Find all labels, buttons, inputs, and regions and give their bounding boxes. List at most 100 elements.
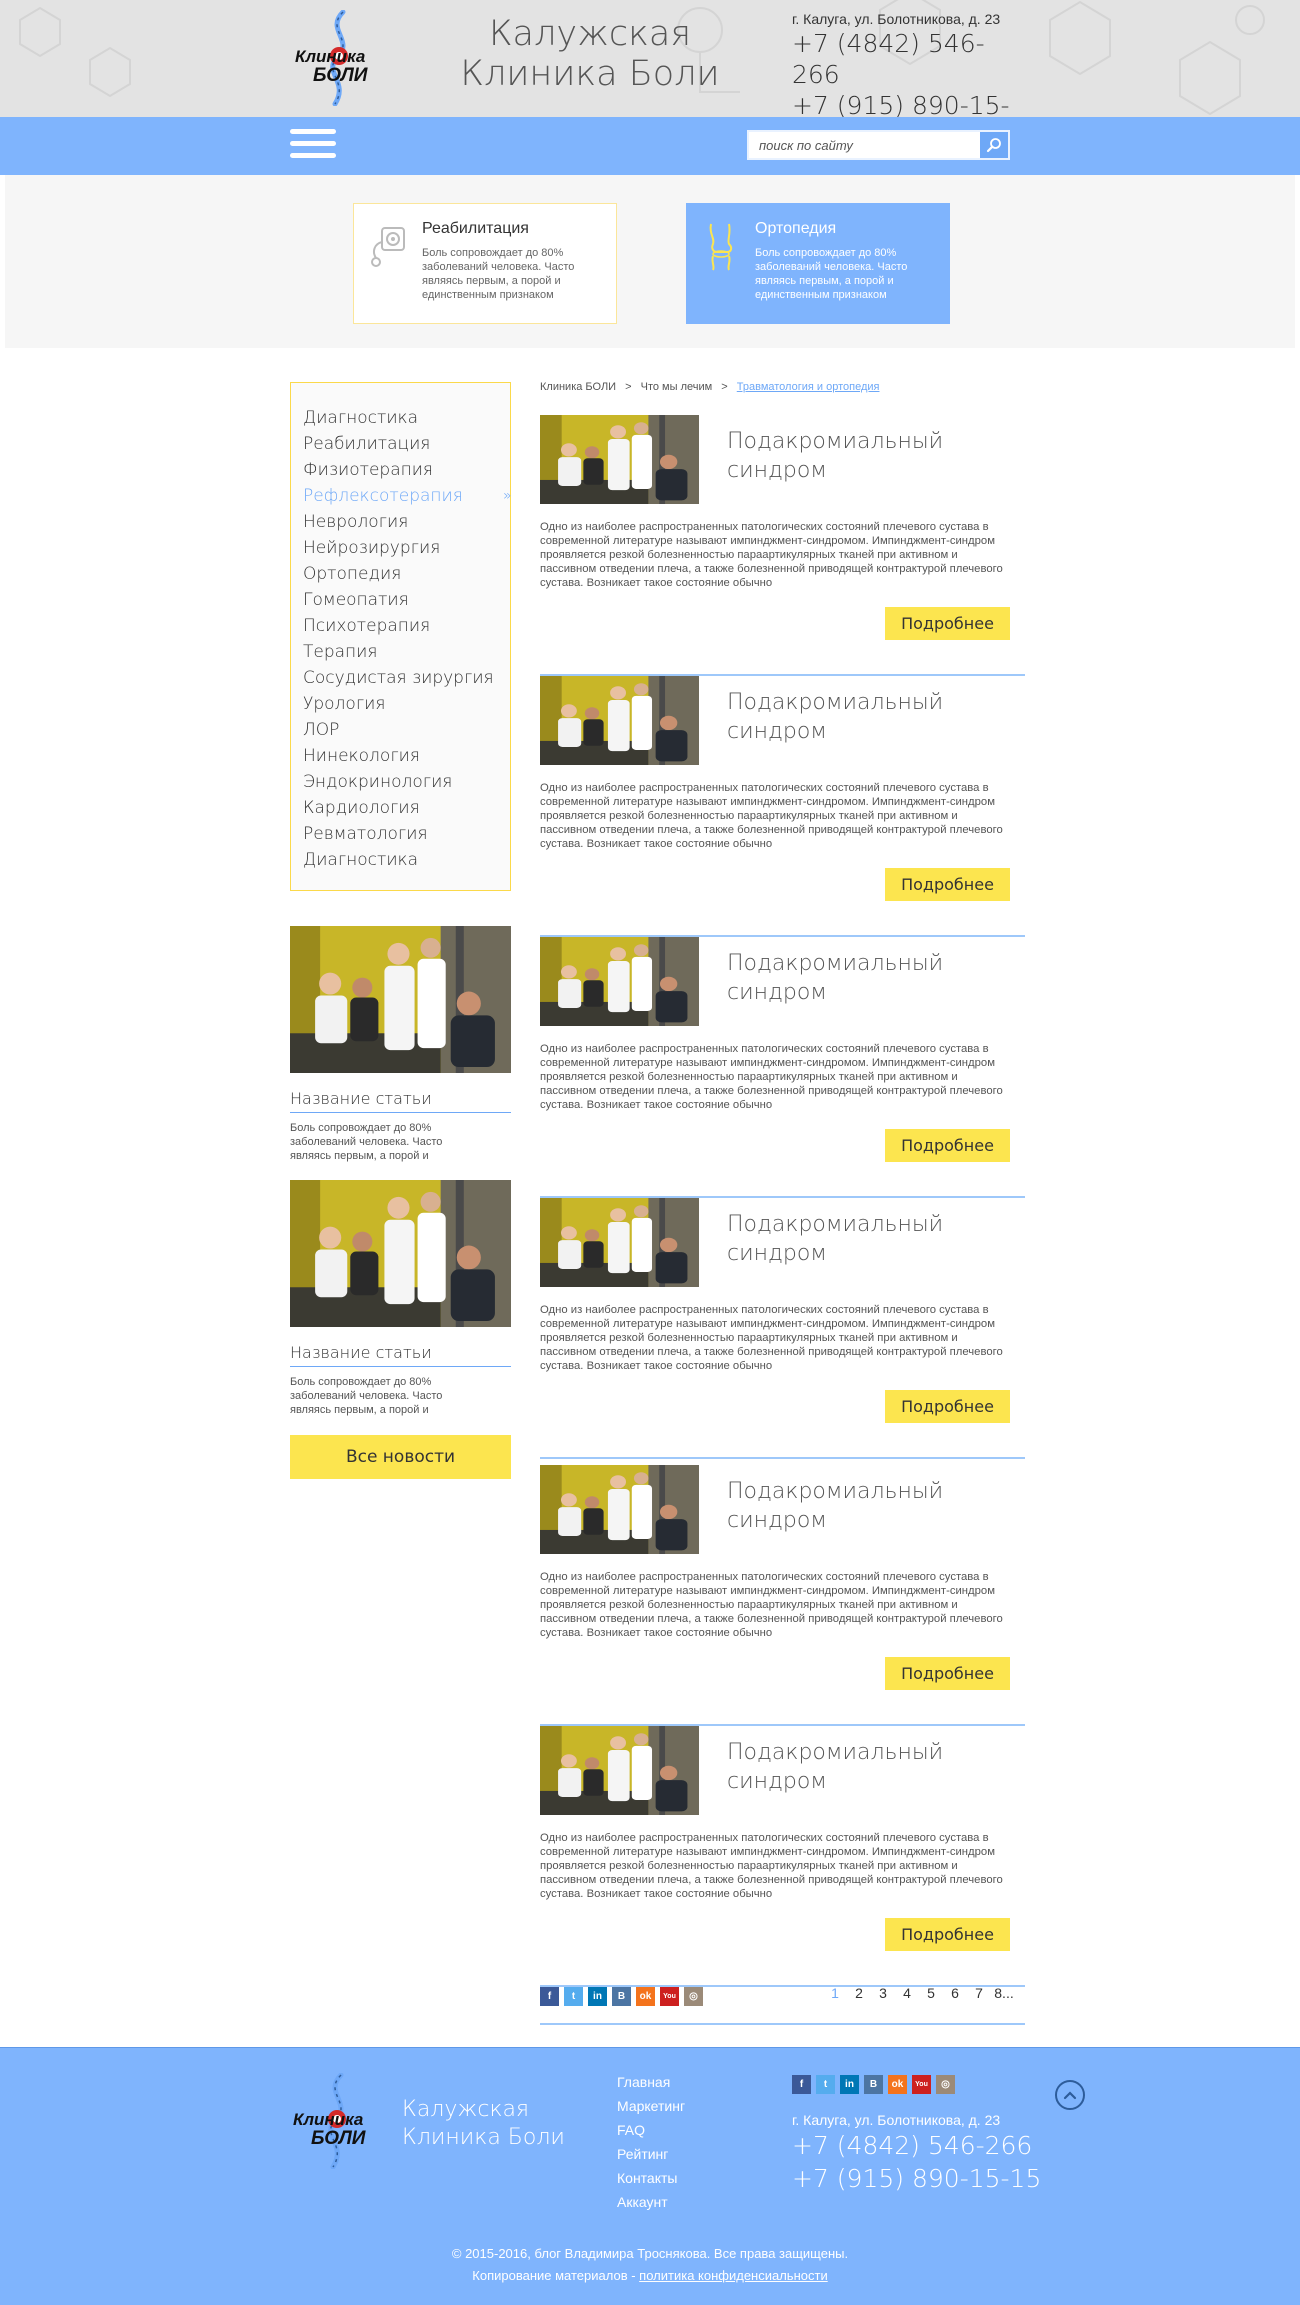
logo-text-line2: БОЛИ [313,65,368,86]
menu-burger-icon[interactable] [290,129,336,163]
rehabilitation-device-icon [371,227,405,267]
footer-menu-item[interactable]: Контакты [617,2166,685,2190]
footer-phone-1[interactable]: +7 (4842) 546-266 [792,2129,1041,2162]
sidebar-menu-item[interactable]: Гомеопатия [303,587,510,613]
footer-menu-item[interactable]: Рейтинг [617,2142,685,2166]
odnoklassniki-icon[interactable]: ok [636,1987,655,2006]
sidebar-menu-item[interactable]: Физиотерапия [303,457,510,483]
article-title[interactable]: Подакромиальный синдром [727,949,987,1007]
search-button[interactable] [980,132,1008,158]
logo[interactable]: Клиника БОЛИ [285,10,395,106]
side-news-item[interactable]: Название статьи Боль сопровождает до 80%… [290,1180,511,1417]
instagram-icon[interactable]: ◎ [684,1987,703,2006]
search-input[interactable] [749,132,979,158]
copying-notice-text: Копирование материалов - [472,2268,640,2283]
footer-menu-item[interactable]: FAQ [617,2118,685,2142]
read-more-button[interactable]: Подробнее [885,1390,1010,1423]
article-title[interactable]: Подакромиальный синдром [727,688,987,746]
sidebar-menu-item[interactable]: Урология [303,691,510,717]
sidebar-menu-item[interactable]: Кардиология [303,795,510,821]
scroll-to-top-button[interactable] [1055,2080,1085,2110]
odnoklassniki-icon[interactable]: ok [888,2075,907,2094]
footer-phone-2[interactable]: +7 (915) 890-15-15 [792,2162,1041,2195]
sidebar-menu-item[interactable]: Психотерапия [303,613,510,639]
breadcrumb-item-home[interactable]: Клиника БОЛИ [540,381,616,393]
header-phone-2[interactable]: +7 (915) 890-15-15 [792,90,1022,117]
knee-joint-icon [709,223,733,271]
sidebar-menu-item[interactable]: Неврология [303,509,510,535]
side-news-title[interactable]: Название статьи [290,1088,511,1113]
article-card: Подакромиальный синдром Одно из наиболее … [540,415,1025,676]
page-link[interactable]: 8... [991,1985,1017,2001]
sidebar-menu-item[interactable]: Сосудистая зирургия [303,665,510,691]
all-news-button[interactable]: Все новости [290,1435,511,1479]
privacy-policy-link[interactable]: политика конфиденсиальности [639,2268,828,2283]
page-link[interactable]: 1 [823,1985,847,2001]
article-title-line1: Подакромиальный [727,1740,944,1765]
page-link[interactable]: 3 [871,1985,895,2001]
sidebar-menu-item[interactable]: Ревматология [303,821,510,847]
footer: Клиника БОЛИ Калужская Клиника Боли Глав… [0,2047,1300,2305]
sidebar-menu-item[interactable]: Диагностика [303,405,510,431]
side-news-item[interactable]: Название статьи Боль сопровождает до 80%… [290,926,511,1163]
page-link[interactable]: 4 [895,1985,919,2001]
footer-logo[interactable]: Клиника БОЛИ [283,2073,393,2169]
article-excerpt: Одно из наиболее распространенных патоло… [540,521,1003,589]
article-photo[interactable] [540,937,699,1026]
article-title[interactable]: Подакромиальный синдром [727,427,987,485]
sidebar-menu-item[interactable]: Нинекология [303,743,510,769]
logo-text-line1: Клиника [293,2110,364,2129]
footer-menu-item[interactable]: Аккаунт [617,2190,685,2214]
article-photo[interactable] [540,415,699,504]
sidebar-menu-item[interactable]: Рефлексотерапия» [303,483,512,509]
service-card-rehabilitation[interactable]: Реабилитация Боль сопровождает до 80% за… [353,203,617,324]
read-more-button[interactable]: Подробнее [885,1129,1010,1162]
read-more-button[interactable]: Подробнее [885,1657,1010,1690]
instagram-icon[interactable]: ◎ [936,2075,955,2094]
twitter-icon[interactable]: t [564,1987,583,2006]
read-more-button[interactable]: Подробнее [885,607,1010,640]
read-more-button[interactable]: Подробнее [885,868,1010,901]
linkedin-icon[interactable]: in [588,1987,607,2006]
sidebar-menu-item[interactable]: Терапия [303,639,510,665]
footer-menu-item[interactable]: Маркетинг [617,2094,685,2118]
service-card-orthopedics[interactable]: Ортопедия Боль сопровождает до 80% забол… [686,203,950,324]
sidebar-menu-item[interactable]: Нейрозирургия [303,535,510,561]
article-photo[interactable] [540,1465,699,1554]
youtube-icon[interactable]: You [660,1987,679,2006]
article-photo[interactable] [540,1198,699,1287]
footer-menu-item[interactable]: Главная [617,2070,685,2094]
page-link[interactable]: 2 [847,1985,871,2001]
article-title-line1: Подакромиальный [727,690,944,715]
footer-menu: Главная Маркетинг FAQ Рейтинг Контакты Аккаун… [617,2070,685,2214]
twitter-icon[interactable]: t [816,2075,835,2094]
pagination: 1 2 3 4 5 6 7 8... [823,1985,1017,2001]
vk-icon[interactable]: B [864,2075,883,2094]
facebook-icon[interactable]: f [792,2075,811,2094]
article-title[interactable]: Подакромиальный синдром [727,1210,987,1268]
article-photo[interactable] [540,676,699,765]
youtube-icon[interactable]: You [912,2075,931,2094]
sidebar-menu-item[interactable]: Диагностика [303,847,510,873]
side-news-title[interactable]: Название статьи [290,1342,511,1367]
article-photo[interactable] [540,1726,699,1815]
article-title-line2: синдром [727,1769,827,1794]
read-more-button[interactable]: Подробнее [885,1918,1010,1951]
sidebar-menu-item[interactable]: Реабилитация [303,431,510,457]
article-excerpt: Одно из наиболее распространенных патоло… [540,1832,1003,1900]
linkedin-icon[interactable]: in [840,2075,859,2094]
article-title[interactable]: Подакромиальный синдром [727,1738,987,1796]
breadcrumb-item-current[interactable]: Травматология и ортопедия [737,381,880,393]
services-band [5,175,1295,348]
sidebar-menu-item[interactable]: Эндокринология [303,769,510,795]
page-link[interactable]: 6 [943,1985,967,2001]
facebook-icon[interactable]: f [540,1987,559,2006]
sidebar-menu-item[interactable]: Ортопедия [303,561,510,587]
breadcrumb-item-what-we-treat[interactable]: Что мы лечим [641,381,713,393]
sidebar-menu-item[interactable]: ЛОР [303,717,510,743]
header-phone-1[interactable]: +7 (4842) 546-266 [792,28,1022,90]
vk-icon[interactable]: B [612,1987,631,2006]
page-link[interactable]: 5 [919,1985,943,2001]
page-link[interactable]: 7 [967,1985,991,2001]
article-title[interactable]: Подакромиальный синдром [727,1477,987,1535]
